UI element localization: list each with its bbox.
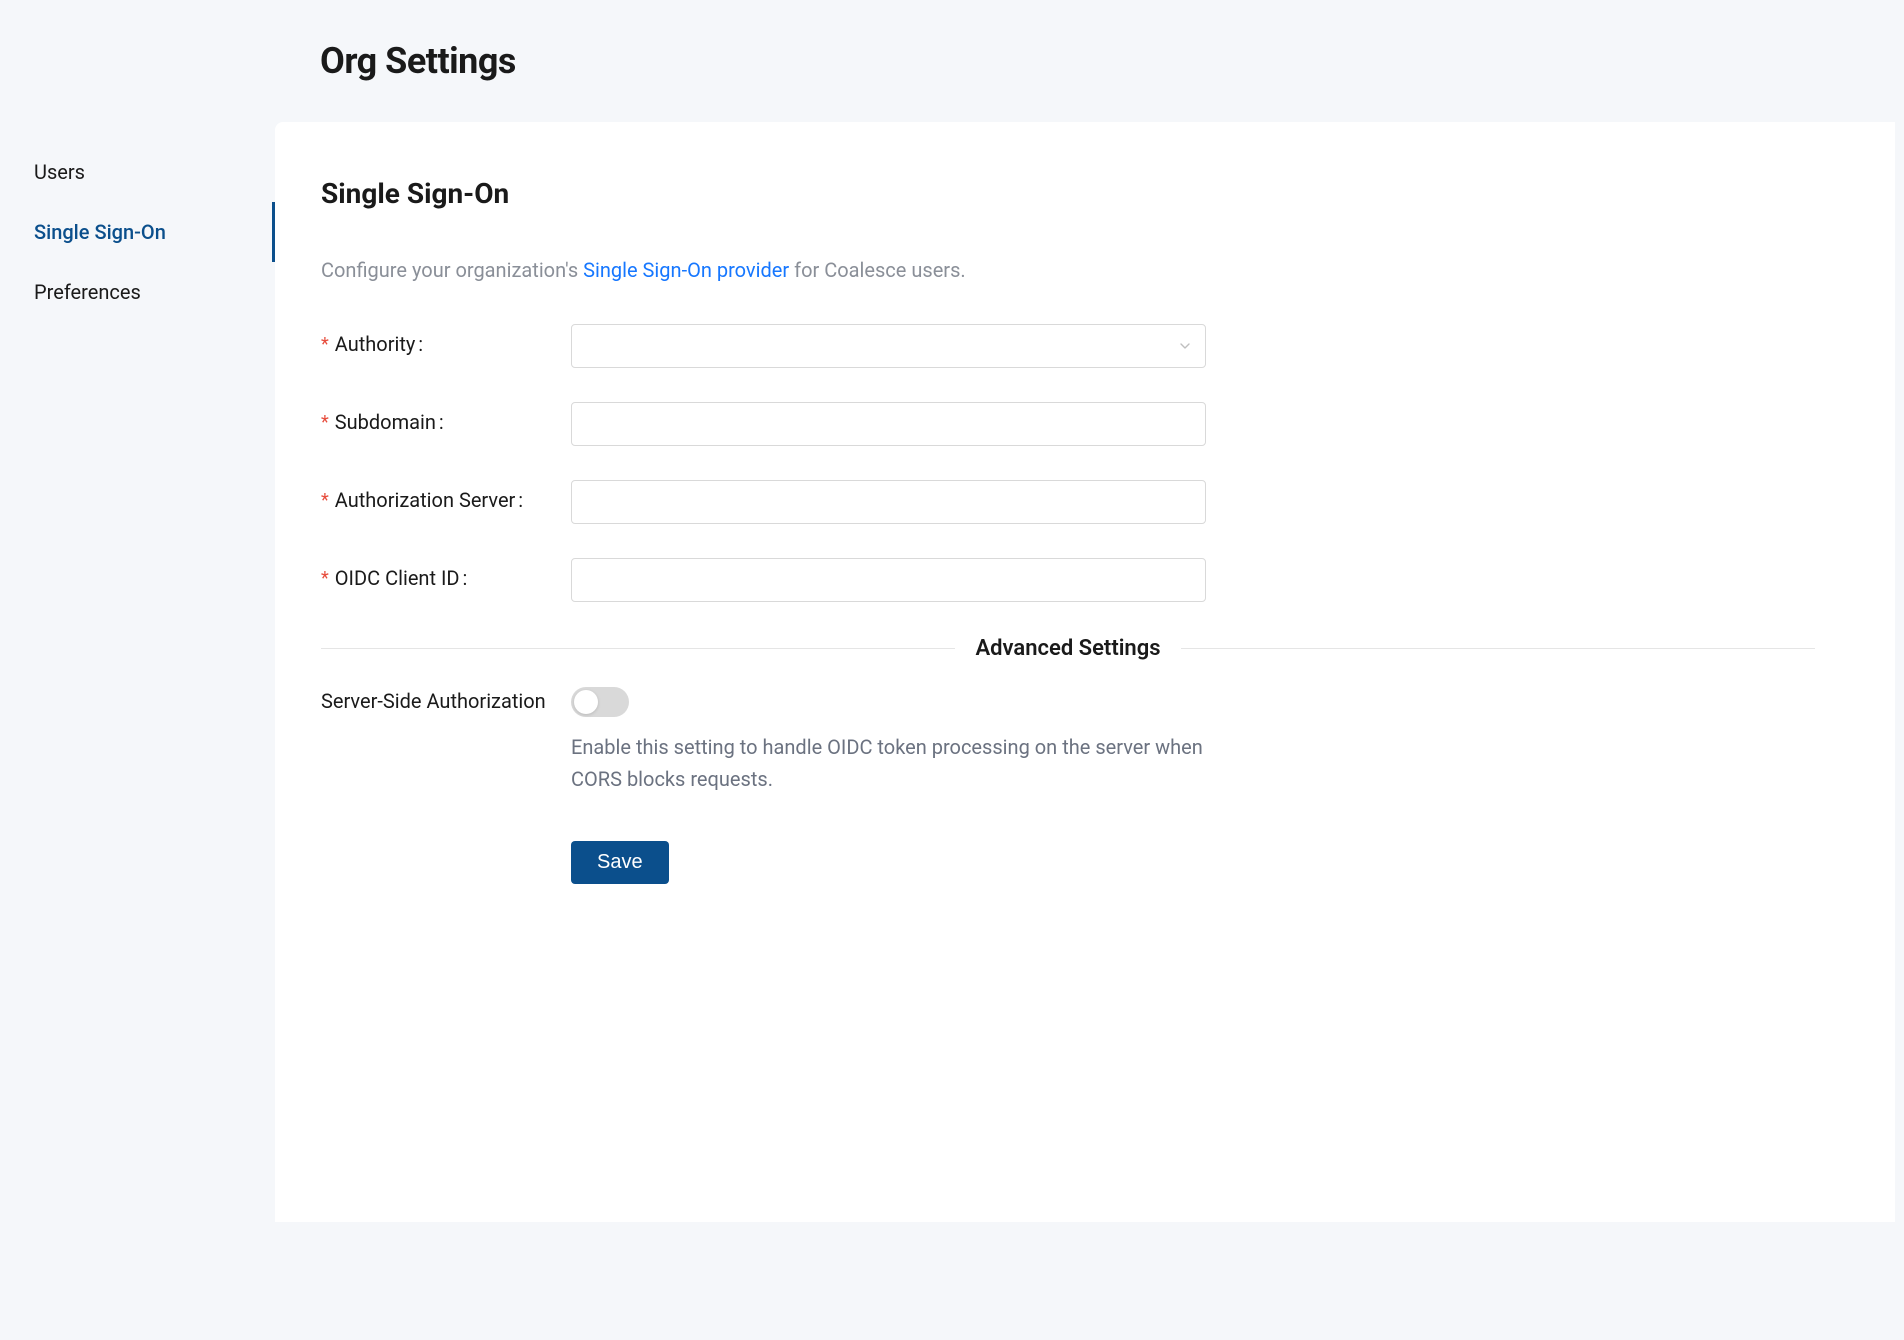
field-row-subdomain: * Subdomain <box>321 402 1815 446</box>
page-title: Org Settings <box>320 40 1904 82</box>
oidc-client-id-input[interactable] <box>571 558 1206 602</box>
layout-row: Users Single Sign-On Preferences Single … <box>0 122 1904 1222</box>
sidebar-item-label: Preferences <box>34 280 141 304</box>
chevron-down-icon <box>1179 340 1191 352</box>
label-text: Authorization Server <box>335 488 521 512</box>
sso-settings-card: Single Sign-On Configure your organizati… <box>275 122 1895 1222</box>
description-prefix: Configure your organization's <box>321 258 583 282</box>
field-row-authorization-server: * Authorization Server <box>321 480 1815 524</box>
sidebar-item-single-sign-on[interactable]: Single Sign-On <box>0 202 275 262</box>
server-side-auth-help-text: Enable this setting to handle OIDC token… <box>571 731 1211 795</box>
authority-select[interactable] <box>571 324 1206 368</box>
settings-sidebar: Users Single Sign-On Preferences <box>0 122 275 322</box>
section-heading: Single Sign-On <box>321 177 1815 210</box>
save-row: Save <box>321 841 1815 884</box>
field-row-authority: * Authority <box>321 324 1815 368</box>
divider-line-right <box>1181 648 1815 649</box>
field-label-subdomain: * Subdomain <box>321 402 571 434</box>
required-indicator: * <box>321 490 329 511</box>
section-description: Configure your organization's Single Sig… <box>321 258 1815 282</box>
authorization-server-input[interactable] <box>571 480 1206 524</box>
field-label-authorization-server: * Authorization Server <box>321 480 571 512</box>
sidebar-item-preferences[interactable]: Preferences <box>0 262 275 322</box>
sidebar-item-label: Users <box>34 160 85 184</box>
server-side-auth-toggle[interactable] <box>571 687 629 717</box>
required-indicator: * <box>321 334 329 355</box>
label-text: OIDC Client ID <box>335 566 466 590</box>
sidebar-item-users[interactable]: Users <box>0 142 275 202</box>
field-control-wrap <box>571 480 1206 524</box>
required-indicator: * <box>321 568 329 589</box>
description-suffix: for Coalesce users. <box>789 258 966 282</box>
sidebar-item-label: Single Sign-On <box>34 220 166 244</box>
label-text: Subdomain <box>335 410 442 434</box>
field-label-oidc-client-id: * OIDC Client ID <box>321 558 571 590</box>
field-control-wrap <box>571 324 1206 368</box>
sso-provider-link[interactable]: Single Sign-On provider <box>583 258 789 282</box>
label-text: Server-Side Authorization <box>321 689 546 713</box>
page-header: Org Settings <box>0 0 1904 122</box>
divider-line-left <box>321 648 955 649</box>
field-control-wrap <box>571 558 1206 602</box>
subdomain-input[interactable] <box>571 402 1206 446</box>
toggle-knob <box>574 690 598 714</box>
required-indicator: * <box>321 412 329 433</box>
save-button[interactable]: Save <box>571 841 669 884</box>
field-row-server-side-auth: Server-Side Authorization Enable this se… <box>321 687 1815 795</box>
field-label-server-side-auth: Server-Side Authorization <box>321 687 571 713</box>
field-control-wrap: Enable this setting to handle OIDC token… <box>571 687 1815 795</box>
field-control-wrap <box>571 402 1206 446</box>
field-row-oidc-client-id: * OIDC Client ID <box>321 558 1815 602</box>
label-text: Authority <box>335 332 421 356</box>
field-label-authority: * Authority <box>321 324 571 356</box>
divider-label: Advanced Settings <box>955 636 1180 661</box>
advanced-settings-divider: Advanced Settings <box>321 636 1815 661</box>
